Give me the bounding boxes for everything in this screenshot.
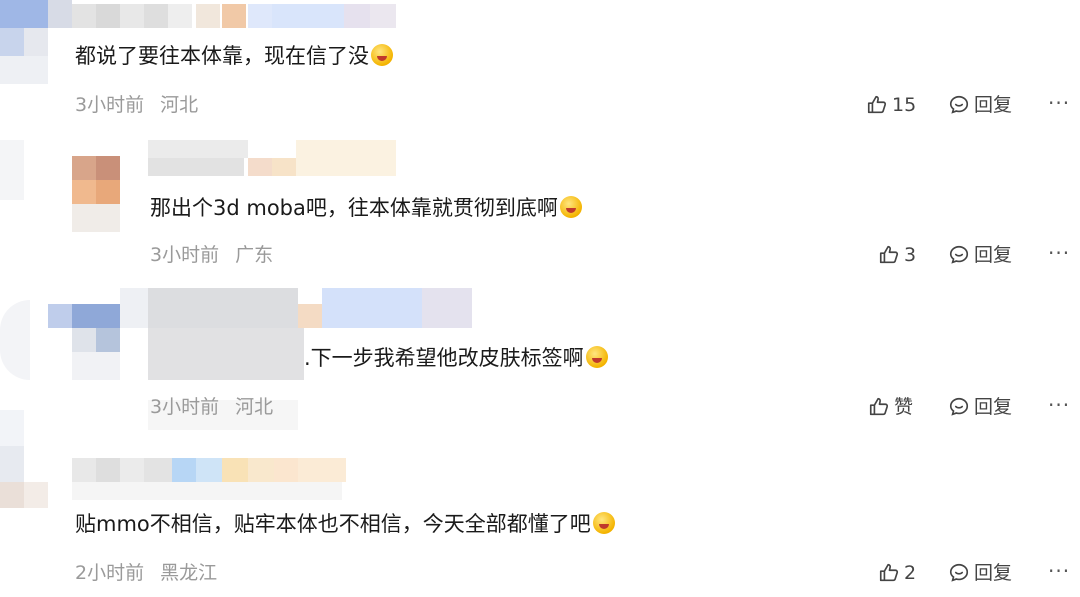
comment-meta: 2小时前 黑龙江 bbox=[75, 560, 217, 586]
more-button[interactable]: ··· bbox=[1048, 558, 1070, 584]
comment-meta: 3小时前 河北 bbox=[150, 394, 273, 420]
comment-meta: 3小时前 河北 bbox=[75, 92, 198, 118]
comment-text: 那出个3d moba吧，往本体靠就贯彻到底啊 bbox=[150, 194, 582, 222]
like-button[interactable]: 3 bbox=[878, 242, 916, 268]
comment-location: 河北 bbox=[160, 94, 199, 116]
thumbs-up-icon bbox=[869, 397, 889, 416]
reply-button[interactable]: 回复 bbox=[948, 242, 1012, 268]
comment-bubble-icon bbox=[949, 397, 969, 416]
comment-location: 广东 bbox=[235, 244, 274, 266]
comment-bubble-icon bbox=[949, 95, 969, 114]
comment-time: 3小时前 bbox=[150, 244, 220, 266]
like-count: 赞 bbox=[894, 396, 914, 418]
flushed-emoji-icon bbox=[559, 196, 582, 218]
reply-label: 回复 bbox=[974, 94, 1013, 116]
reply-button[interactable]: 回复 bbox=[948, 92, 1012, 118]
reply-button[interactable]: 回复 bbox=[948, 394, 1012, 420]
thumbs-up-icon bbox=[879, 563, 899, 582]
reply-button[interactable]: 回复 bbox=[948, 560, 1012, 586]
comment-bubble-icon bbox=[949, 245, 969, 264]
yawn-emoji-icon bbox=[585, 346, 608, 368]
thumbs-up-icon bbox=[867, 95, 887, 114]
comment-location: 河北 bbox=[235, 396, 274, 418]
like-count: 15 bbox=[892, 94, 917, 116]
comment-location: 黑龙江 bbox=[160, 562, 218, 584]
like-count: 2 bbox=[904, 562, 917, 584]
comment-time: 3小时前 bbox=[75, 94, 145, 116]
comment-text: 贴mmo不相信，贴牢本体也不相信，今天全部都懂了吧 bbox=[75, 510, 615, 538]
comment-meta: 3小时前 广东 bbox=[150, 242, 273, 268]
like-button[interactable]: 15 bbox=[866, 92, 916, 118]
comment-text: .下一步我希望他改皮肤标签啊 bbox=[304, 344, 608, 372]
thumbs-up-icon bbox=[879, 245, 899, 264]
smile-emoji-icon bbox=[592, 512, 615, 534]
comment-text: 都说了要往本体靠，现在信了没 bbox=[75, 42, 393, 70]
more-button[interactable]: ··· bbox=[1048, 240, 1070, 266]
reply-label: 回复 bbox=[974, 244, 1013, 266]
comment-time: 3小时前 bbox=[150, 396, 220, 418]
like-button[interactable]: 赞 bbox=[868, 394, 913, 420]
reply-label: 回复 bbox=[974, 562, 1013, 584]
like-count: 3 bbox=[904, 244, 917, 266]
reply-label: 回复 bbox=[974, 396, 1013, 418]
comment-bubble-icon bbox=[949, 563, 969, 582]
like-button[interactable]: 2 bbox=[878, 560, 916, 586]
more-button[interactable]: ··· bbox=[1048, 90, 1070, 116]
yum-emoji-icon bbox=[371, 44, 393, 66]
more-button[interactable]: ··· bbox=[1048, 392, 1070, 418]
comment-time: 2小时前 bbox=[75, 562, 145, 584]
